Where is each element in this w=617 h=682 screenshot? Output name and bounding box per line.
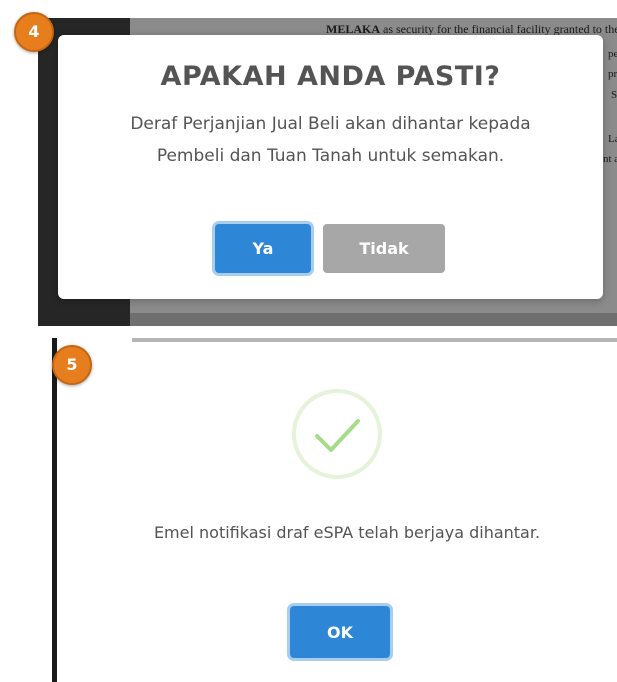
document-text-fragment: La	[608, 133, 617, 145]
document-text-fragment: pe	[608, 48, 617, 60]
success-icon-circle	[292, 389, 382, 479]
viewer-bottom-bar	[130, 313, 617, 326]
ok-button[interactable]: OK	[290, 606, 390, 658]
success-message: Emel notifikasi draf eSPA telah berjaya …	[153, 523, 541, 542]
check-icon	[315, 419, 360, 452]
cancel-button[interactable]: Tidak	[323, 224, 445, 273]
document-text-fragment: pr	[608, 68, 617, 80]
panel-left-border	[52, 338, 57, 682]
panel-top-border	[132, 338, 617, 342]
confirm-button[interactable]: Ya	[215, 224, 311, 273]
step-badge-4: 4	[14, 12, 54, 52]
step-badge-5: 5	[52, 345, 92, 385]
success-dialog: Emel notifikasi draf eSPA telah berjaya …	[52, 338, 617, 682]
confirm-dialog: APAKAH ANDA PASTI? Deraf Perjanjian Jual…	[58, 35, 603, 299]
document-text-fragment: nt a	[603, 153, 617, 165]
document-text-fragment: S	[611, 89, 617, 101]
dialog-message: Deraf Perjanjian Jual Beli akan dihantar…	[130, 114, 531, 166]
dialog-title: APAKAH ANDA PASTI?	[160, 61, 501, 92]
